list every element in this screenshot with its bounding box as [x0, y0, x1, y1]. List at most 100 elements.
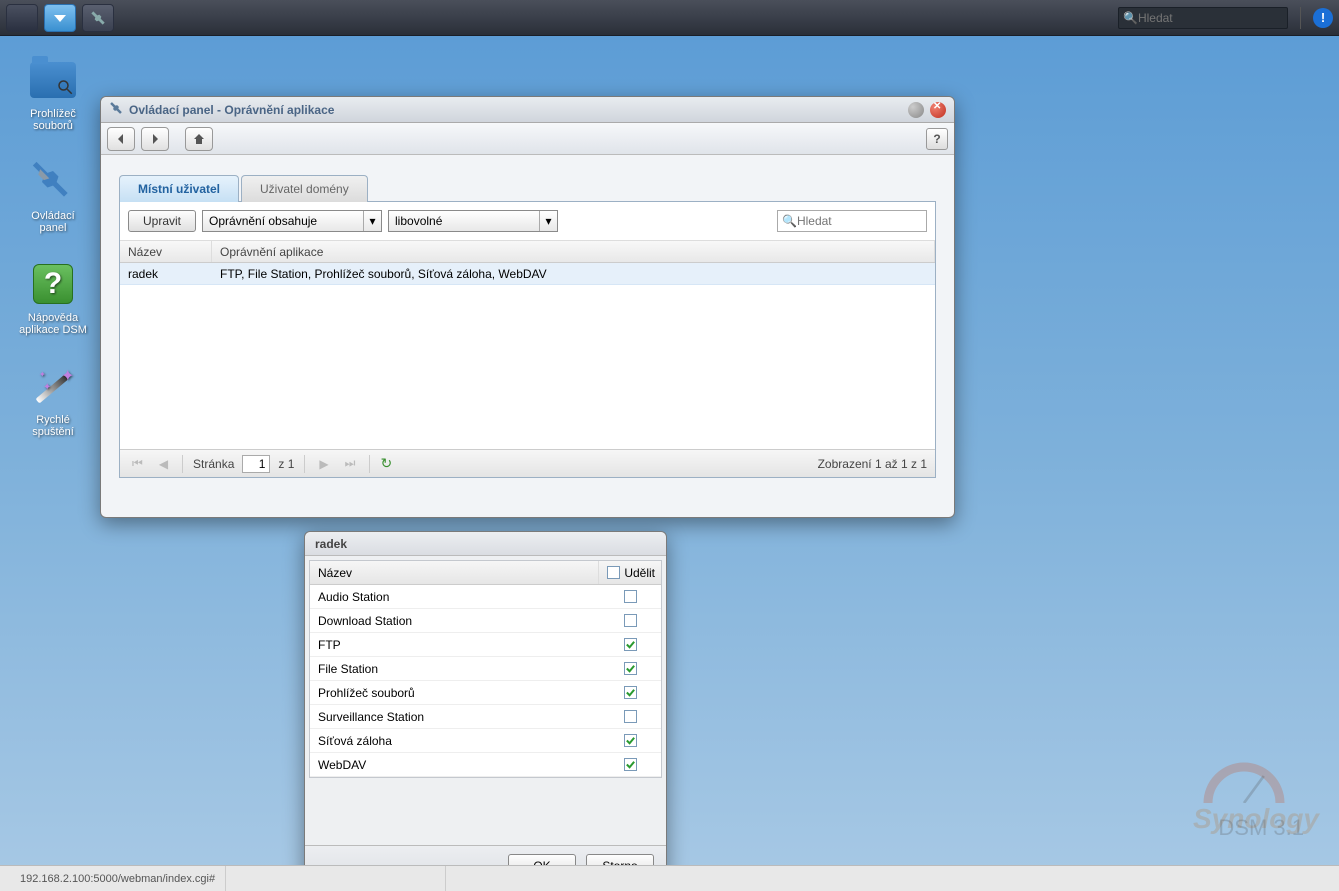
divider — [1300, 7, 1301, 29]
list-item[interactable]: Síťová záloha — [310, 729, 661, 753]
dialog-title[interactable]: radek — [305, 532, 666, 556]
dialog-grid-header: Název Udělit — [310, 561, 661, 585]
app-name: FTP — [310, 633, 599, 656]
forward-button[interactable] — [141, 127, 169, 151]
page-of: z 1 — [278, 457, 294, 471]
grid-header: Název Oprávnění aplikace — [120, 241, 935, 263]
grant-checkbox[interactable] — [624, 710, 637, 723]
help-button[interactable]: ? — [926, 128, 948, 150]
control-panel-window: Ovládací panel - Oprávnění aplikace ? Mí… — [100, 96, 955, 518]
grant-cell — [599, 705, 661, 728]
grant-cell — [599, 657, 661, 680]
permissions-dialog: radek Název Udělit Audio StationDownload… — [304, 531, 667, 886]
prev-page-button[interactable]: ◀ — [155, 457, 172, 471]
filter-search[interactable]: 🔍 — [777, 210, 927, 232]
app-name: Download Station — [310, 609, 599, 632]
list-item[interactable]: Download Station — [310, 609, 661, 633]
desktop-icon-file-browser[interactable]: Prohlížeč souborů — [18, 56, 88, 132]
select-value: libovolné — [395, 214, 442, 228]
statusbar-segment — [226, 866, 446, 891]
col-grant-label: Udělit — [624, 566, 655, 580]
minimize-button[interactable] — [908, 102, 924, 118]
list-item[interactable]: Audio Station — [310, 585, 661, 609]
info-icon[interactable]: ! — [1313, 8, 1333, 28]
edit-button[interactable]: Upravit — [128, 210, 196, 232]
grant-checkbox[interactable] — [624, 758, 637, 771]
search-icon: 🔍 — [1123, 11, 1138, 25]
app-name: Surveillance Station — [310, 705, 599, 728]
tab-domain-user[interactable]: Uživatel domény — [241, 175, 368, 202]
desktop: Prohlížeč souborů Ovládací panel ? Nápov… — [0, 36, 1339, 865]
page-label: Stránka — [193, 457, 234, 471]
col-perms[interactable]: Oprávnění aplikace — [212, 241, 935, 262]
grant-cell — [599, 681, 661, 704]
grant-cell — [599, 633, 661, 656]
cell-name: radek — [120, 263, 212, 284]
grant-cell — [599, 729, 661, 752]
grant-all-checkbox[interactable] — [607, 566, 620, 579]
select-value: Oprávnění obsahuje — [209, 214, 317, 228]
taskbar-show-desktop[interactable] — [44, 4, 76, 32]
grid-body: radek FTP, File Station, Prohlížeč soubo… — [120, 263, 935, 449]
taskbar-tools-button[interactable] — [82, 4, 114, 32]
folder-icon — [30, 62, 76, 98]
grant-checkbox[interactable] — [624, 638, 637, 651]
gauge-icon — [1199, 758, 1289, 803]
pager: ⏮ ◀ Stránka z 1 ▶ ⏭ ↻ Zobrazení 1 až 1 z… — [120, 449, 935, 477]
desktop-icon-label: Nápověda aplikace DSM — [18, 312, 88, 336]
filter-value-select[interactable]: libovolné ▾ — [388, 210, 558, 232]
tab-local-user[interactable]: Místní uživatel — [119, 175, 239, 202]
help-icon: ? — [33, 264, 73, 304]
grant-cell — [599, 585, 661, 608]
back-button[interactable] — [107, 127, 135, 151]
list-item[interactable]: WebDAV — [310, 753, 661, 777]
list-item[interactable]: Surveillance Station — [310, 705, 661, 729]
app-name: Prohlížeč souborů — [310, 681, 599, 704]
app-name: File Station — [310, 657, 599, 680]
pager-status: Zobrazení 1 až 1 z 1 — [818, 457, 927, 471]
grant-checkbox[interactable] — [624, 590, 637, 603]
taskbar-search-input[interactable] — [1138, 11, 1283, 25]
grant-cell — [599, 753, 661, 776]
list-item[interactable]: File Station — [310, 657, 661, 681]
tools-icon — [109, 101, 123, 118]
filter-permissions-select[interactable]: Oprávnění obsahuje ▾ — [202, 210, 382, 232]
grant-cell — [599, 609, 661, 632]
grant-checkbox[interactable] — [624, 662, 637, 675]
col-name[interactable]: Název — [310, 561, 599, 584]
first-page-button[interactable]: ⏮ — [128, 456, 147, 471]
col-name[interactable]: Název — [120, 241, 212, 262]
titlebar[interactable]: Ovládací panel - Oprávnění aplikace — [101, 97, 954, 123]
taskbar-search[interactable]: 🔍 — [1118, 7, 1288, 29]
desktop-icon-control-panel[interactable]: Ovládací panel — [18, 158, 88, 234]
close-button[interactable] — [930, 102, 946, 118]
app-name: Síťová záloha — [310, 729, 599, 752]
chevron-down-icon: ▾ — [539, 211, 557, 231]
toolbar: ? — [101, 123, 954, 155]
refresh-button[interactable]: ↻ — [380, 455, 392, 472]
next-page-button[interactable]: ▶ — [315, 457, 332, 471]
home-button[interactable] — [185, 127, 213, 151]
taskbar-menu-button[interactable] — [6, 4, 38, 32]
statusbar-url: 192.168.2.100:5000/webman/index.cgi# — [10, 866, 226, 891]
wand-icon: ✦ ✦ ✦ — [31, 364, 75, 408]
desktop-icon-quickstart[interactable]: ✦ ✦ ✦ Rychlé spuštění — [18, 362, 88, 438]
desktop-icon-help[interactable]: ? Nápověda aplikace DSM — [18, 260, 88, 336]
grant-checkbox[interactable] — [624, 614, 637, 627]
chevron-down-icon: ▾ — [363, 211, 381, 231]
desktop-icon-label: Prohlížeč souborů — [18, 108, 88, 132]
col-grant[interactable]: Udělit — [599, 561, 661, 584]
grant-checkbox[interactable] — [624, 686, 637, 699]
page-number-input[interactable] — [242, 455, 270, 473]
list-item[interactable]: FTP — [310, 633, 661, 657]
last-page-button[interactable]: ⏭ — [341, 456, 360, 471]
desktop-icon-label: Ovládací panel — [18, 210, 88, 234]
taskbar: 🔍 ! — [0, 0, 1339, 36]
list-item[interactable]: Prohlížeč souborů — [310, 681, 661, 705]
table-row[interactable]: radek FTP, File Station, Prohlížeč soubo… — [120, 263, 935, 285]
grant-checkbox[interactable] — [624, 734, 637, 747]
version-watermark: DSM 3.1 — [1218, 815, 1304, 841]
filter-search-input[interactable] — [797, 214, 922, 228]
desktop-icon-label: Rychlé spuštění — [18, 414, 88, 438]
window-title: Ovládací panel - Oprávnění aplikace — [129, 103, 334, 117]
